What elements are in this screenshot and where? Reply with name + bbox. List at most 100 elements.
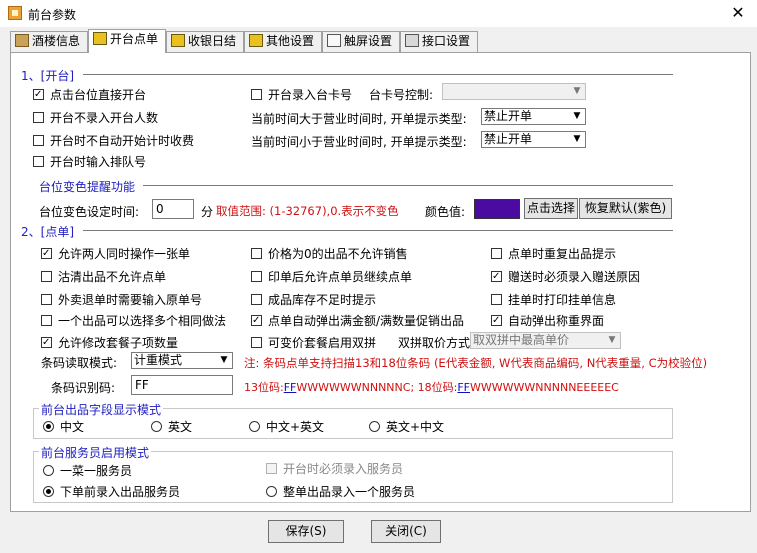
checkbox-soldout-block[interactable]: 沽清出品不允许点单 [41, 268, 166, 285]
close-dialog-button[interactable]: 关闭(C) [371, 520, 441, 543]
color-time-input[interactable]: 0 [152, 199, 194, 219]
checkbox-queue-number[interactable]: 开台时输入排队号 [33, 153, 146, 170]
checkbox-box [41, 271, 52, 282]
after-hours-label: 当前时间大于营业时间时, 开单提示类型: [251, 112, 467, 126]
tab-open-order[interactable]: 开台点单 [88, 29, 166, 53]
checkbox-duplicate-warning[interactable]: 点单时重复出品提示 [491, 245, 616, 262]
checkbox-gift-reason[interactable]: 赠送时必须录入赠送原因 [491, 268, 640, 285]
window-title: 前台参数 [28, 8, 77, 22]
radio-dot [151, 421, 162, 432]
cube-icon [93, 32, 107, 45]
tab-touchscreen[interactable]: 触屏设置 [322, 31, 400, 52]
barcode-mode-label: 条码读取模式: [41, 356, 118, 370]
tab-interface[interactable]: 接口设置 [400, 31, 478, 52]
app-icon [8, 6, 22, 20]
display-mode-title: 前台出品字段显示模式 [39, 401, 164, 418]
touchscreen-icon [327, 34, 341, 47]
close-button[interactable]: ✕ [726, 3, 750, 23]
color-group-title: 台位变色提醒功能 [39, 180, 136, 194]
checkbox-multi-method[interactable]: 一个出品可以选择多个相同做法 [41, 312, 226, 329]
checkbox-table-card[interactable]: 开台录入台卡号 [251, 86, 352, 103]
checkbox-box [251, 337, 262, 348]
checkbox-takeout-original[interactable]: 外卖退单时需要输入原单号 [41, 291, 202, 308]
color-value-label: 颜色值: [425, 205, 466, 219]
checkbox-two-person-edit[interactable]: 允许两人同时操作一张单 [41, 245, 190, 262]
tab-cashier-close[interactable]: 收银日结 [166, 31, 244, 52]
reset-color-button[interactable]: 恢复默认(紫色) [579, 198, 672, 219]
checkbox-click-table-open[interactable]: 点击台位直接开台 [33, 86, 146, 103]
checkbox-box [33, 156, 44, 167]
checkbox-no-guest-count[interactable]: 开台不录入开台人数 [33, 109, 158, 126]
radio-before-order-waiter[interactable]: 下单前录入出品服务员 [43, 483, 180, 500]
checkbox-box [491, 315, 502, 326]
cube-icon [249, 34, 263, 47]
save-button[interactable]: 保存(S) [268, 520, 344, 543]
radio-dot [43, 421, 54, 432]
checkbox-auto-weigh[interactable]: 自动弹出称重界面 [491, 312, 604, 329]
before-hours-select[interactable]: 禁止开单 ▼ [481, 131, 586, 148]
cube-icon [171, 34, 185, 47]
checkbox-box [33, 89, 44, 100]
divider [83, 230, 673, 232]
checkbox-edit-set-qty[interactable]: 允许修改套餐子项数量 [41, 334, 178, 351]
checkbox-zero-price[interactable]: 价格为0的出品不允许销售 [251, 245, 408, 262]
checkbox-print-hold[interactable]: 挂单时打印挂单信息 [491, 291, 616, 308]
pick-color-button[interactable]: 点击选择 [524, 198, 578, 219]
checkbox-box [251, 271, 262, 282]
radio-one-dish-one-waiter[interactable]: 一菜一服务员 [43, 462, 132, 479]
color-time-label: 台位变色设定时间: [39, 205, 140, 219]
card-control-select[interactable]: ▼ [442, 83, 586, 100]
chevron-down-icon: ▼ [608, 335, 616, 345]
radio-dot [43, 465, 54, 476]
checkbox-box [41, 315, 52, 326]
checkbox-must-waiter[interactable]: 开台时必须录入服务员 [266, 460, 403, 477]
divider [143, 185, 673, 187]
chevron-down-icon: ▼ [573, 134, 581, 144]
checkbox-stock-warning[interactable]: 成品库存不足时提示 [251, 291, 376, 308]
chevron-down-icon: ▼ [573, 111, 581, 121]
dual-price-select[interactable]: 取双拼中最高单价 ▼ [470, 332, 621, 349]
checkbox-dual-split[interactable]: 可变价套餐启用双拼 [251, 334, 376, 351]
checkbox-box [41, 294, 52, 305]
checkbox-continue-after-print[interactable]: 印单后允许点单员继续点单 [251, 268, 412, 285]
barcode-note: 注: 条码点单支持扫描13和18位条码 (E代表金额, W代表商品编码, N代表… [244, 356, 708, 370]
checkbox-box [33, 112, 44, 123]
checkbox-box [41, 337, 52, 348]
tab-other-settings[interactable]: 其他设置 [244, 31, 322, 52]
radio-dot [266, 486, 277, 497]
barcode-mode-select[interactable]: 计重模式 ▼ [131, 352, 233, 369]
checkbox-box [491, 271, 502, 282]
settings-panel: 1、[开台] 点击台位直接开台 开台不录入开台人数 开台时不自动开始计时收费 开… [10, 52, 751, 512]
interface-icon [405, 34, 419, 47]
tab-restaurant-info[interactable]: 酒楼信息 [10, 31, 88, 52]
checkbox-auto-promo[interactable]: 点单自动弹出满金额/满数量促销出品 [251, 312, 464, 329]
radio-whole-order-waiter[interactable]: 整单出品录入一个服务员 [266, 483, 415, 500]
barcode-id-input[interactable]: FF [131, 375, 233, 395]
radio-chinese[interactable]: 中文 [43, 418, 84, 435]
title-bar: 前台参数 ✕ [0, 0, 757, 27]
checkbox-box [491, 248, 502, 259]
checkbox-no-auto-timing[interactable]: 开台时不自动开始计时收费 [33, 132, 194, 149]
checkbox-box [33, 135, 44, 146]
checkbox-box [251, 315, 262, 326]
radio-chinese-english[interactable]: 中文+英文 [249, 418, 324, 435]
barcode-id-label: 条码识别码: [51, 381, 116, 395]
dual-price-label: 双拼取价方式: [398, 336, 475, 350]
waiter-mode-title: 前台服务员启用模式 [39, 444, 152, 461]
checkbox-box [251, 89, 262, 100]
checkbox-box [266, 463, 277, 474]
section-order-title: 2、[点单] [21, 225, 74, 239]
radio-english[interactable]: 英文 [151, 418, 192, 435]
radio-dot [249, 421, 260, 432]
after-hours-select[interactable]: 禁止开单 ▼ [481, 108, 586, 125]
radio-english-chinese[interactable]: 英文+中文 [369, 418, 444, 435]
restaurant-icon [15, 34, 29, 47]
radio-dot [43, 486, 54, 497]
color-time-unit: 分 [201, 205, 214, 219]
chevron-down-icon: ▼ [573, 86, 581, 96]
color-range-note: 取值范围: (1-32767),0.表示不变色 [216, 204, 399, 218]
card-control-label: 台卡号控制: [369, 88, 434, 102]
checkbox-box [41, 248, 52, 259]
color-swatch[interactable] [474, 199, 520, 219]
barcode-format-example: 13位码:FFWWWWWWNNNNNC; 18位码:FFWWWWWWNNNNNE… [244, 381, 619, 394]
